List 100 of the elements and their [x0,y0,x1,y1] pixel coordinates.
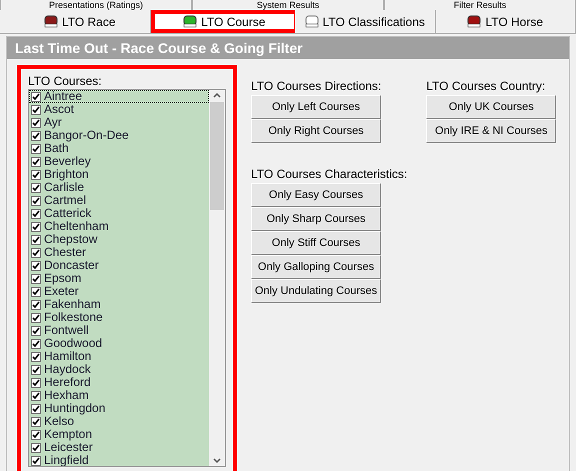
checkbox[interactable] [31,130,41,140]
course-name: Huntingdon [44,402,106,415]
course-name: Aintree [44,90,82,103]
course-item[interactable]: Haydock [29,363,209,376]
course-name: Catterick [44,207,92,220]
group-label: LTO Courses Country: [426,78,546,95]
checkbox[interactable] [31,274,41,284]
course-item[interactable]: Folkestone [29,311,209,324]
filter-button[interactable]: Only Left Courses [251,95,381,119]
course-item[interactable]: Brighton [29,168,209,181]
scrollbar[interactable] [209,90,225,466]
course-name: Brighton [44,168,89,181]
course-name: Exeter [44,285,79,298]
course-item[interactable]: Hexham [29,389,209,402]
course-item[interactable]: Ayr [29,116,209,129]
course-name: Ayr [44,116,62,129]
badge-icon [467,15,482,28]
checkbox[interactable] [31,104,41,114]
tab[interactable]: LTO Course [150,10,295,33]
tab[interactable]: Filter Results [384,0,576,10]
course-name: Beverley [44,155,91,168]
course-name: Chepstow [44,233,98,246]
course-item[interactable]: Doncaster [29,259,209,272]
checkbox[interactable] [31,430,41,440]
checkbox[interactable] [31,118,41,128]
course-name: Folkestone [44,311,103,324]
checkbox[interactable] [31,300,41,310]
checkbox[interactable] [31,208,41,218]
checkbox[interactable] [31,352,41,362]
checkbox[interactable] [31,222,41,232]
course-name: Carlisle [44,181,84,194]
course-item[interactable]: Cartmel [29,194,209,207]
course-item[interactable]: Beverley [29,155,209,168]
course-name: Ascot [44,103,74,116]
course-name: Haydock [44,363,91,376]
checkbox[interactable] [31,260,41,270]
course-name: Hamilton [44,350,92,363]
filter-button[interactable]: Only IRE & NI Courses [426,119,556,143]
filter-button[interactable]: Only Galloping Courses [251,255,381,279]
checkbox[interactable] [31,416,41,426]
tab[interactable]: Presentations (Ratings) [0,0,192,10]
checkbox[interactable] [31,442,41,452]
tab[interactable]: System Results [192,0,384,10]
course-item[interactable]: Aintree [29,90,209,103]
course-item[interactable]: Chester [29,246,209,259]
checkbox[interactable] [31,170,41,180]
checkbox[interactable] [31,338,41,348]
filter-button[interactable]: Only Undulating Courses [251,279,381,303]
course-item[interactable]: Kempton [29,428,209,441]
course-name: Kempton [44,428,92,441]
course-item[interactable]: Hamilton [29,350,209,363]
course-item[interactable]: Ascot [29,103,209,116]
filter-button[interactable]: Only Stiff Courses [251,231,381,255]
course-item[interactable]: Hereford [29,376,209,389]
course-name: Bath [44,142,69,155]
group-label: LTO Courses Characteristics: [251,166,408,183]
course-item[interactable]: Epsom [29,272,209,285]
checkbox[interactable] [31,326,41,336]
scroll-thumb[interactable] [210,102,224,210]
course-item[interactable]: Fakenham [29,298,209,311]
checkbox[interactable] [31,390,41,400]
checkbox[interactable] [31,364,41,374]
course-item[interactable]: Catterick [29,207,209,220]
filter-button[interactable]: Only Right Courses [251,119,381,143]
course-item[interactable]: Cheltenham [29,220,209,233]
course-name: Doncaster [44,259,99,272]
course-name: Hexham [44,389,89,402]
course-name: Cartmel [44,194,86,207]
course-item[interactable]: Bath [29,142,209,155]
course-item[interactable]: Carlisle [29,181,209,194]
course-name: Goodwood [44,337,102,350]
course-item[interactable]: Leicester [29,441,209,454]
course-name: Fakenham [44,298,101,311]
checkbox[interactable] [31,248,41,258]
checkbox[interactable] [31,156,41,166]
filter-button[interactable]: Only Easy Courses [251,183,381,207]
filter-button[interactable]: Only UK Courses [426,95,556,119]
course-item[interactable]: Fontwell [29,324,209,337]
checkbox[interactable] [31,456,41,466]
checkbox[interactable] [31,312,41,322]
checkbox[interactable] [31,234,41,244]
badge-icon [304,15,319,28]
checkbox[interactable] [31,378,41,388]
checkbox[interactable] [31,404,41,414]
course-name: Hereford [44,376,91,389]
checkbox[interactable] [31,286,41,296]
course-item[interactable]: Exeter [29,285,209,298]
group-label: LTO Courses Directions: [251,78,382,95]
course-item[interactable]: Kelso [29,415,209,428]
checkbox[interactable] [31,92,41,102]
course-item[interactable]: Huntingdon [29,402,209,415]
checkbox[interactable] [31,182,41,192]
checkbox[interactable] [31,144,41,154]
group-label: LTO Courses: [28,73,103,89]
course-item[interactable]: Goodwood [29,337,209,350]
filter-button[interactable]: Only Sharp Courses [251,207,381,231]
checkbox[interactable] [31,196,41,206]
course-item[interactable]: Chepstow [29,233,209,246]
badge-icon [44,15,58,28]
course-item[interactable]: Bangor-On-Dee [29,129,209,142]
